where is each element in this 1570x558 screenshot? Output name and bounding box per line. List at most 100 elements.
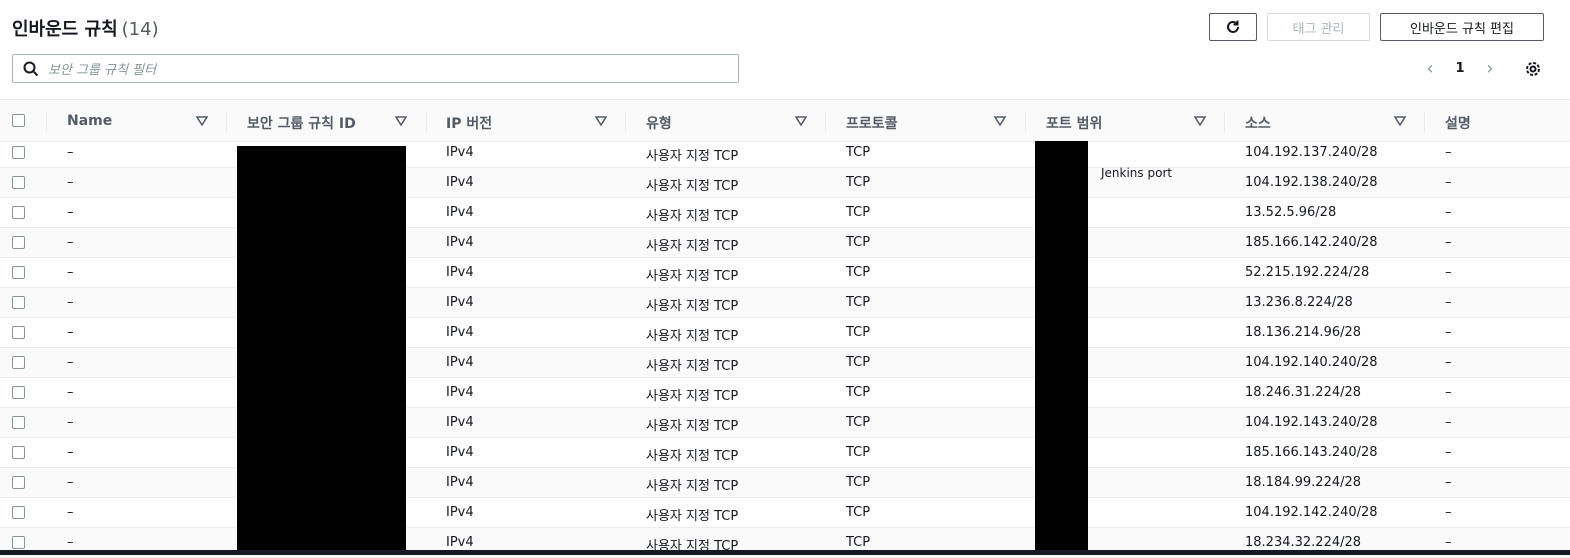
column-source[interactable]: 소스 <box>1245 113 1271 133</box>
row-checkbox[interactable] <box>12 326 25 339</box>
table-header: Name 보안 그룹 규칙 ID IP 버전 유형 프로토콜 포트 범위 소스 … <box>0 99 1570 142</box>
table-row[interactable]: – IPv4 사용자 지정 TCP TCP 18.184.99.224/28 – <box>0 468 1570 498</box>
cell-ip-version: IPv4 <box>446 175 474 190</box>
cell-ip-version: IPv4 <box>446 265 474 280</box>
column-description[interactable]: 설명 <box>1445 113 1471 133</box>
column-ip-version[interactable]: IP 버전 <box>446 113 492 133</box>
search-input[interactable]: 보안 그룹 규칙 필터 <box>12 54 739 83</box>
cell-type: 사용자 지정 TCP <box>646 179 739 194</box>
select-all-checkbox[interactable] <box>12 114 25 127</box>
cell-description: – <box>1445 205 1452 220</box>
cell-source: 104.192.143.240/28 <box>1245 415 1378 430</box>
cell-type: 사용자 지정 TCP <box>646 419 739 434</box>
window-bottom-border <box>0 550 1570 555</box>
row-checkbox[interactable] <box>12 386 25 399</box>
sort-icon[interactable] <box>595 115 607 127</box>
cell-name: – <box>67 355 74 370</box>
cell-protocol: TCP <box>846 295 871 310</box>
sort-icon[interactable] <box>196 115 208 127</box>
cell-source: 104.192.137.240/28 <box>1245 145 1378 160</box>
cell-ip-version: IPv4 <box>446 415 474 430</box>
cell-name: – <box>67 175 74 190</box>
cell-source: 185.166.142.240/28 <box>1245 235 1378 250</box>
cell-description: – <box>1445 145 1452 160</box>
cell-description: – <box>1445 265 1452 280</box>
column-name[interactable]: Name <box>67 113 112 129</box>
rule-count: (14) <box>121 19 159 40</box>
table-row[interactable]: – IPv4 사용자 지정 TCP TCP 185.166.143.240/28 – <box>0 438 1570 468</box>
cell-type: 사용자 지정 TCP <box>646 329 739 344</box>
cell-source: 13.236.8.224/28 <box>1245 295 1353 310</box>
row-checkbox[interactable] <box>12 266 25 279</box>
cell-description: – <box>1445 475 1452 490</box>
cell-description: – <box>1445 445 1452 460</box>
cell-name: – <box>67 265 74 280</box>
row-checkbox[interactable] <box>12 206 25 219</box>
cell-source: 13.52.5.96/28 <box>1245 205 1337 220</box>
cell-type: 사용자 지정 TCP <box>646 509 739 524</box>
cell-type: 사용자 지정 TCP <box>646 389 739 404</box>
table-row[interactable]: – IPv4 사용자 지정 TCP TCP 104.192.143.240/28 – <box>0 408 1570 438</box>
cell-ip-version: IPv4 <box>446 475 474 490</box>
table-row[interactable]: – IPv4 사용자 지정 TCP TCP 18.246.31.224/28 – <box>0 378 1570 408</box>
cell-protocol: TCP <box>846 385 871 400</box>
cell-protocol: TCP <box>846 265 871 280</box>
table-row[interactable]: – IPv4 사용자 지정 TCP TCP 13.236.8.224/28 – <box>0 288 1570 318</box>
column-type[interactable]: 유형 <box>646 113 672 133</box>
table-row[interactable]: – IPv4 사용자 지정 TCP TCP 52.215.192.224/28 – <box>0 258 1570 288</box>
chevron-left-icon[interactable]: ‹ <box>1420 58 1440 79</box>
column-port-range[interactable]: 포트 범위 <box>1046 113 1102 133</box>
cell-protocol: TCP <box>846 145 871 160</box>
table-row[interactable]: – IPv4 사용자 지정 TCP TCP 104.192.137.240/28 – <box>0 138 1570 168</box>
cell-ip-version: IPv4 <box>446 505 474 520</box>
row-checkbox[interactable] <box>12 416 25 429</box>
row-checkbox[interactable] <box>12 146 25 159</box>
page-title-text: 인바운드 규칙 <box>12 19 118 40</box>
column-protocol[interactable]: 프로토콜 <box>846 113 898 133</box>
table-row[interactable]: – IPv4 사용자 지정 TCP TCP 18.136.214.96/28 – <box>0 318 1570 348</box>
cell-name: – <box>67 505 74 520</box>
cell-source: 104.192.140.240/28 <box>1245 355 1378 370</box>
sort-icon[interactable] <box>395 115 407 127</box>
redacted-rule-ids <box>237 146 406 555</box>
row-checkbox[interactable] <box>12 236 25 249</box>
sort-icon[interactable] <box>1194 115 1206 127</box>
page-title: 인바운드 규칙 (14) <box>12 15 159 41</box>
row-checkbox[interactable] <box>12 176 25 189</box>
cell-source: 18.246.31.224/28 <box>1245 385 1362 400</box>
column-rule-id[interactable]: 보안 그룹 규칙 ID <box>247 113 356 133</box>
sort-icon[interactable] <box>1394 115 1406 127</box>
row-checkbox[interactable] <box>12 476 25 489</box>
sort-icon[interactable] <box>795 115 807 127</box>
cell-source: 18.234.32.224/28 <box>1245 535 1362 550</box>
sort-icon[interactable] <box>994 115 1006 127</box>
current-page[interactable]: 1 <box>1440 61 1480 76</box>
table-row[interactable]: – IPv4 사용자 지정 TCP TCP 104.192.140.240/28 – <box>0 348 1570 378</box>
port-note: Jenkins port <box>1101 166 1173 180</box>
cell-description: – <box>1445 535 1452 550</box>
row-checkbox[interactable] <box>12 506 25 519</box>
cell-ip-version: IPv4 <box>446 235 474 250</box>
edit-inbound-rules-button[interactable]: 인바운드 규칙 편집 <box>1380 13 1544 41</box>
table-row[interactable]: – IPv4 사용자 지정 TCP TCP 185.166.142.240/28 – <box>0 228 1570 258</box>
row-checkbox[interactable] <box>12 446 25 459</box>
cell-ip-version: IPv4 <box>446 385 474 400</box>
cell-ip-version: IPv4 <box>446 445 474 460</box>
chevron-right-icon[interactable]: › <box>1480 58 1500 79</box>
row-checkbox[interactable] <box>12 356 25 369</box>
table-row[interactable]: – IPv4 사용자 지정 TCP TCP 104.192.142.240/28 – <box>0 498 1570 528</box>
cell-type: 사용자 지정 TCP <box>646 299 739 314</box>
cell-source: 185.166.143.240/28 <box>1245 445 1378 460</box>
cell-protocol: TCP <box>846 505 871 520</box>
manage-tags-button[interactable]: 태그 관리 <box>1267 13 1370 41</box>
gear-icon[interactable] <box>1523 59 1543 79</box>
refresh-button[interactable] <box>1209 13 1257 41</box>
table-row[interactable]: – IPv4 사용자 지정 TCP TCP 104.192.138.240/28 – <box>0 168 1570 198</box>
cell-name: – <box>67 535 74 550</box>
row-checkbox[interactable] <box>12 536 25 549</box>
cell-protocol: TCP <box>846 175 871 190</box>
cell-type: 사용자 지정 TCP <box>646 269 739 284</box>
table-row[interactable]: – IPv4 사용자 지정 TCP TCP 13.52.5.96/28 – <box>0 198 1570 228</box>
row-checkbox[interactable] <box>12 296 25 309</box>
cell-protocol: TCP <box>846 355 871 370</box>
